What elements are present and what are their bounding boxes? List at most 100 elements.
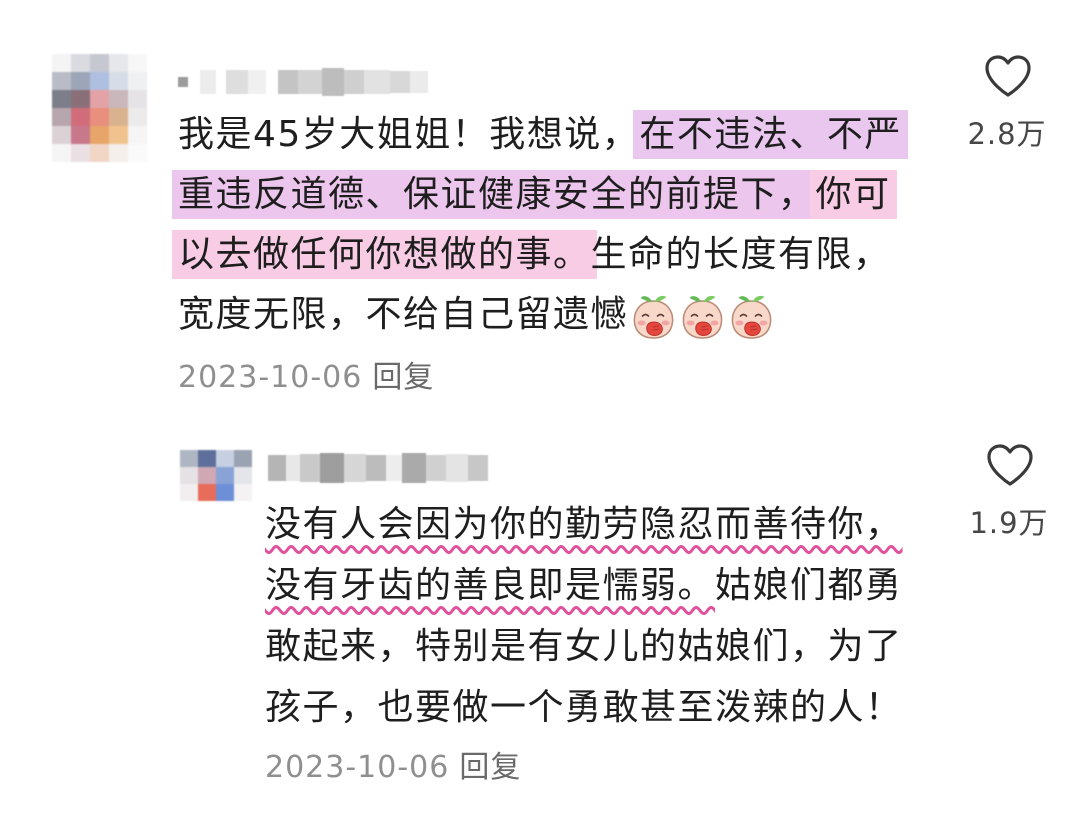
mosaic-cell [234,484,252,501]
mosaic-cell [180,450,198,467]
mosaic-cell [198,450,216,467]
heart-outline-icon[interactable] [985,442,1035,488]
mosaic-cell [109,108,128,126]
mosaic-cell [109,144,128,162]
reply-button[interactable]: 回复 [459,750,521,785]
wavy-underlined-text: 没有人会因为你的勤劳隐忍而善待你， [265,504,903,545]
mosaic-cell [90,72,109,90]
comment-date: 2023-10-06 [265,750,450,785]
mosaic-cell [90,54,109,72]
mosaic-cell [52,126,71,144]
mosaic-cell [298,70,322,94]
mosaic-cell [90,144,109,162]
mosaic-cell [234,467,252,484]
mosaic-cell [52,72,71,90]
mosaic-cell [366,455,386,481]
highlighted-text: 以去做任何你想做的事。 [172,230,597,279]
mosaic-cell [216,484,234,501]
comment-text: 姑娘们都勇 [715,565,903,606]
mosaic-cell [278,70,298,94]
comment-text-line: 没有人会因为你的勤劳隐忍而善待你， [265,494,903,555]
mosaic-cell [216,70,226,94]
mosaic-cell [200,70,216,94]
comment-text-line: 我是45岁大姐姐！我想说，在不违法、不严 [178,105,908,165]
mosaic-cell [52,54,71,72]
mosaic-cell [109,72,128,90]
username-mosaic[interactable] [178,68,428,96]
mosaic-cell [52,90,71,108]
mosaic-cell [90,108,109,126]
username-mosaic[interactable] [268,452,488,484]
mosaic-cell [52,144,71,162]
mosaic-cell [268,455,286,481]
comment-text: 孩子，也要做一个勇敢甚至泼辣的人！ [265,687,903,728]
mosaic-cell [446,454,468,482]
mosaic-cell [426,455,446,481]
highlighted-text: 在不违法、不严 [633,110,908,159]
avatar[interactable] [180,450,252,501]
mosaic-cell [128,108,147,126]
mosaic-cell [178,77,188,87]
mosaic-cell [71,90,90,108]
mosaic-cell [468,455,488,481]
mosaic-cell [226,70,248,94]
comment-text: 宽度无限，不给自己留遗憾 [178,294,629,335]
mosaic-cell [216,467,234,484]
mosaic-cell [128,54,147,72]
highlighted-text: 你可 [809,170,897,219]
wavy-underlined-text: 没有牙齿的善良即是懦弱。 [265,565,716,606]
shy-peach-emoji-icon [679,292,726,340]
mosaic-cell [109,90,128,108]
mosaic-cell [71,144,90,162]
comment-body: 我是45岁大姐姐！我想说，在不违法、不严 重违反道德、保证健康安全的前提下，你可… [172,105,908,345]
mosaic-cell [344,70,364,94]
comment-text: 敢起来，特别是有女儿的姑娘们，为了 [265,626,903,667]
mosaic-cell [90,90,109,108]
mosaic-cell [109,54,128,72]
mosaic-cell [344,454,366,482]
like-count: 2.8万 [967,117,1047,151]
mosaic-cell [248,70,266,94]
shy-peach-emoji-icon [630,292,677,340]
mosaic-cell [109,126,128,144]
mosaic-cell [402,453,426,483]
mosaic-cell [198,484,216,501]
mosaic-cell [300,454,320,482]
shy-peach-emoji-icon [728,292,775,340]
mosaic-cell [320,453,344,483]
comment-meta: 2023-10-06 回复 [178,358,434,398]
mosaic-cell [390,71,410,93]
comment-text: 我是45岁大姐姐！我想说， [178,114,640,155]
heart-outline-icon[interactable] [983,53,1033,99]
mosaic-cell [198,467,216,484]
mosaic-cell [71,72,90,90]
comment-text: 生命的长度有限， [590,234,891,275]
comment: 我是45岁大姐姐！我想说，在不违法、不严 重违反道德、保证健康安全的前提下，你可… [0,0,1080,420]
mosaic-cell [71,54,90,72]
mosaic-cell [90,126,109,144]
mosaic-cell [71,126,90,144]
mosaic-cell [52,108,71,126]
mosaic-cell [71,108,90,126]
mosaic-cell [286,455,300,481]
mosaic-cell [180,484,198,501]
mosaic-cell [180,467,198,484]
reply-button[interactable]: 回复 [372,360,434,395]
comment-text-line: 以去做任何你想做的事。生命的长度有限， [172,225,902,285]
comment-text-line: 孩子，也要做一个勇敢甚至泼辣的人！ [265,677,903,738]
mosaic-cell [364,70,390,94]
comment-date: 2023-10-06 [178,360,363,395]
mosaic-cell [128,72,147,90]
highlighted-text: 重违反道德、保证健康安全的前提下， [172,170,822,219]
mosaic-cell [322,68,344,96]
comment-meta: 2023-10-06 回复 [265,748,521,788]
mosaic-cell [266,70,278,94]
mosaic-cell [410,71,428,93]
mosaic-cell [128,90,147,108]
mosaic-cell [128,144,147,162]
avatar[interactable] [52,54,147,162]
comment-text-line: 敢起来，特别是有女儿的姑娘们，为了 [265,616,903,677]
mosaic-cell [188,70,200,94]
comment-text-line: 宽度无限，不给自己留遗憾 [178,285,902,345]
comment-body: 没有人会因为你的勤劳隐忍而善待你， 没有牙齿的善良即是懦弱。姑娘们都勇 敢起来，… [265,494,903,738]
